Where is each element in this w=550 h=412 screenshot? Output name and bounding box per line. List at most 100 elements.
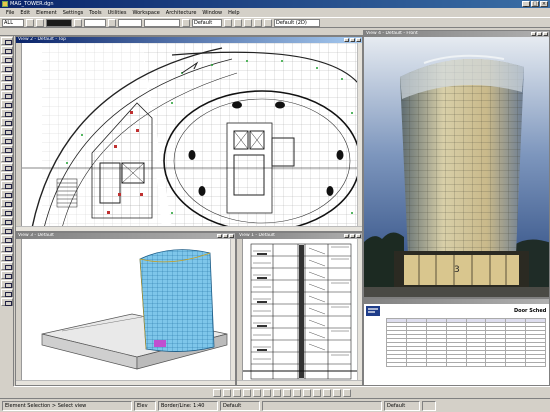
shape-tool-button[interactable] xyxy=(1,64,13,72)
section-view-window[interactable]: View 1 - Default xyxy=(236,232,363,386)
snap-button[interactable] xyxy=(254,18,262,27)
trim-tool-button[interactable] xyxy=(1,190,13,198)
weight-button[interactable] xyxy=(108,18,116,27)
section-view-control-strip[interactable] xyxy=(237,239,243,380)
undo-button[interactable] xyxy=(234,18,242,27)
model-3d-view-max-button[interactable] xyxy=(223,234,228,238)
dimension-tool-button[interactable] xyxy=(1,109,13,117)
group-tool-button[interactable] xyxy=(1,217,13,225)
render-view-close-button[interactable] xyxy=(543,32,548,36)
redo-button[interactable] xyxy=(244,18,252,27)
mirror-tool-button[interactable] xyxy=(1,163,13,171)
rotate-view-button[interactable] xyxy=(343,388,351,397)
render-view-min-button[interactable] xyxy=(531,32,536,36)
select-tool-button[interactable] xyxy=(1,37,13,45)
pattern-tool-button[interactable] xyxy=(1,235,13,243)
modify-tool-button[interactable] xyxy=(1,181,13,189)
view-5-button[interactable] xyxy=(253,388,261,397)
plan-view-control-strip[interactable] xyxy=(16,43,22,226)
render-view-window[interactable]: View 4 - Default - Front 3 xyxy=(363,30,550,298)
fence-tool-button[interactable] xyxy=(1,46,13,54)
line-style-select[interactable] xyxy=(84,18,106,27)
menu-help[interactable]: Help xyxy=(228,10,239,16)
rotate-tool-button[interactable] xyxy=(1,145,13,153)
scale-tool-button[interactable] xyxy=(1,154,13,162)
menu-file[interactable]: File xyxy=(6,10,14,16)
model-3d-view-control-strip[interactable] xyxy=(16,239,22,380)
plan-view-window[interactable]: View 2 - Default - Top xyxy=(15,36,363,232)
hatch-tool-button[interactable] xyxy=(1,226,13,234)
arc-tool-button[interactable] xyxy=(1,82,13,90)
view-7-button[interactable] xyxy=(273,388,281,397)
stair-tool-button[interactable] xyxy=(1,271,13,279)
print-button[interactable] xyxy=(224,18,232,27)
pan-view-button[interactable] xyxy=(333,388,341,397)
building-3d-model[interactable] xyxy=(22,239,232,382)
maximize-button[interactable]: □ xyxy=(531,1,539,7)
plan-view-min-button[interactable] xyxy=(344,38,349,42)
fit-view-button[interactable] xyxy=(323,388,331,397)
menu-settings[interactable]: Settings xyxy=(63,10,84,16)
array-tool-button[interactable] xyxy=(1,172,13,180)
door-schedule-window[interactable]: Door Sched xyxy=(363,298,550,386)
zoom-out-button[interactable] xyxy=(303,388,311,397)
menu-utilities[interactable]: Utilities xyxy=(108,10,127,16)
model-3d-view-horizontal-scrollbar[interactable] xyxy=(16,380,235,385)
model-3d-view-vertical-scrollbar[interactable] xyxy=(230,239,235,385)
line-tool-button[interactable] xyxy=(1,55,13,63)
level-manager-button[interactable] xyxy=(26,18,34,27)
move-tool-button[interactable] xyxy=(1,136,13,144)
copy-tool-button[interactable] xyxy=(1,127,13,135)
menu-edit[interactable]: Edit xyxy=(20,10,30,16)
model-select[interactable]: Default (2D) xyxy=(274,18,320,27)
floor-plan-drawing[interactable] xyxy=(22,43,358,228)
menu-element[interactable]: Element xyxy=(36,10,57,16)
color-button[interactable] xyxy=(36,18,44,27)
window-area-button[interactable] xyxy=(313,388,321,397)
section-view-horizontal-scrollbar[interactable] xyxy=(237,380,362,385)
wall-tool-button[interactable] xyxy=(1,244,13,252)
color-swatch[interactable] xyxy=(46,18,72,27)
menu-tools[interactable]: Tools xyxy=(89,10,101,16)
model-3d-view-close-button[interactable] xyxy=(229,234,234,238)
text-style-select[interactable]: Default xyxy=(192,18,222,27)
minimize-button[interactable]: _ xyxy=(522,1,530,7)
close-button[interactable]: × xyxy=(540,1,548,7)
cell-tool-button[interactable] xyxy=(1,100,13,108)
fillet-tool-button[interactable] xyxy=(1,199,13,207)
text-tool-button[interactable] xyxy=(1,91,13,99)
model-3d-view-window[interactable]: View 3 - Default xyxy=(15,232,236,386)
text-style-button[interactable] xyxy=(182,18,190,27)
style-button[interactable] xyxy=(74,18,82,27)
section-view-vertical-scrollbar[interactable] xyxy=(357,239,362,385)
menu-architecture[interactable]: Architecture xyxy=(166,10,197,16)
line-weight-select[interactable] xyxy=(118,18,142,27)
menu-workspace[interactable]: Workspace xyxy=(132,10,159,16)
view-3-button[interactable] xyxy=(233,388,241,397)
level-select[interactable]: ALL xyxy=(2,18,24,27)
view-1-button[interactable] xyxy=(213,388,221,397)
delete-tool-button[interactable] xyxy=(1,208,13,216)
roof-tool-button[interactable] xyxy=(1,289,13,297)
render-view-max-button[interactable] xyxy=(537,32,542,36)
plan-view-close-button[interactable] xyxy=(356,38,361,42)
door-tool-button[interactable] xyxy=(1,253,13,261)
plan-view-vertical-scrollbar[interactable] xyxy=(357,43,362,231)
accudraw-button[interactable] xyxy=(264,18,272,27)
section-view-max-button[interactable] xyxy=(350,234,355,238)
section-view-min-button[interactable] xyxy=(344,234,349,238)
section-view-close-button[interactable] xyxy=(356,234,361,238)
status-lock-icon[interactable] xyxy=(422,400,436,411)
circle-tool-button[interactable] xyxy=(1,73,13,81)
menu-window[interactable]: Window xyxy=(202,10,222,16)
plan-view-max-button[interactable] xyxy=(350,38,355,42)
slab-tool-button[interactable] xyxy=(1,280,13,288)
model-3d-view-min-button[interactable] xyxy=(217,234,222,238)
view-4-button[interactable] xyxy=(243,388,251,397)
measure-tool-button[interactable] xyxy=(1,118,13,126)
view-2-button[interactable] xyxy=(223,388,231,397)
plan-view-horizontal-scrollbar[interactable] xyxy=(16,226,362,231)
window-tool-button[interactable] xyxy=(1,262,13,270)
zoom-in-button[interactable] xyxy=(293,388,301,397)
building-section-drawing[interactable] xyxy=(243,239,359,382)
